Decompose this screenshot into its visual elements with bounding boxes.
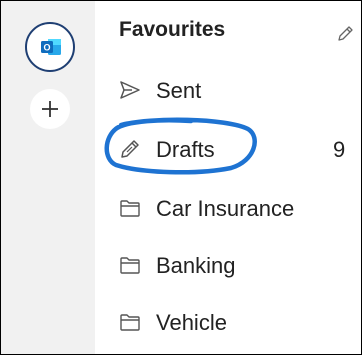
- folder-item-banking[interactable]: Banking: [119, 245, 361, 285]
- svg-text:O: O: [43, 43, 50, 53]
- unread-count-badge: 9: [333, 137, 346, 162]
- draft-pencil-icon: [121, 140, 139, 158]
- folder-icon: [120, 314, 140, 331]
- account-rail: O: [1, 1, 95, 354]
- folder-label: Vehicle: [156, 310, 227, 335]
- send-icon: [120, 81, 140, 99]
- account-button[interactable]: O: [25, 22, 75, 72]
- folder-list: Favourites Sent Drafts 9 Car Insurance B…: [95, 1, 361, 354]
- folder-item-sent[interactable]: Sent: [119, 70, 361, 110]
- folder-label: Sent: [156, 78, 202, 103]
- folder-icon: [120, 257, 140, 274]
- pencil-icon[interactable]: [336, 25, 354, 43]
- folder-label: Car Insurance: [156, 196, 295, 221]
- mail-folder-pane: O Favourites Sent Drafts 9 Car Insurance…: [0, 0, 362, 355]
- folder-label: Drafts: [156, 137, 215, 162]
- favourites-header: Favourites: [119, 18, 226, 41]
- folder-item-vehicle[interactable]: Vehicle: [119, 302, 361, 342]
- add-account-button[interactable]: [30, 89, 70, 129]
- outlook-icon: O: [41, 39, 61, 55]
- plus-icon: [42, 101, 58, 117]
- folder-item-car-insurance[interactable]: Car Insurance: [119, 188, 361, 228]
- folder-label: Banking: [156, 253, 236, 278]
- folder-item-drafts[interactable]: Drafts 9: [119, 129, 361, 169]
- folder-icon: [120, 200, 140, 217]
